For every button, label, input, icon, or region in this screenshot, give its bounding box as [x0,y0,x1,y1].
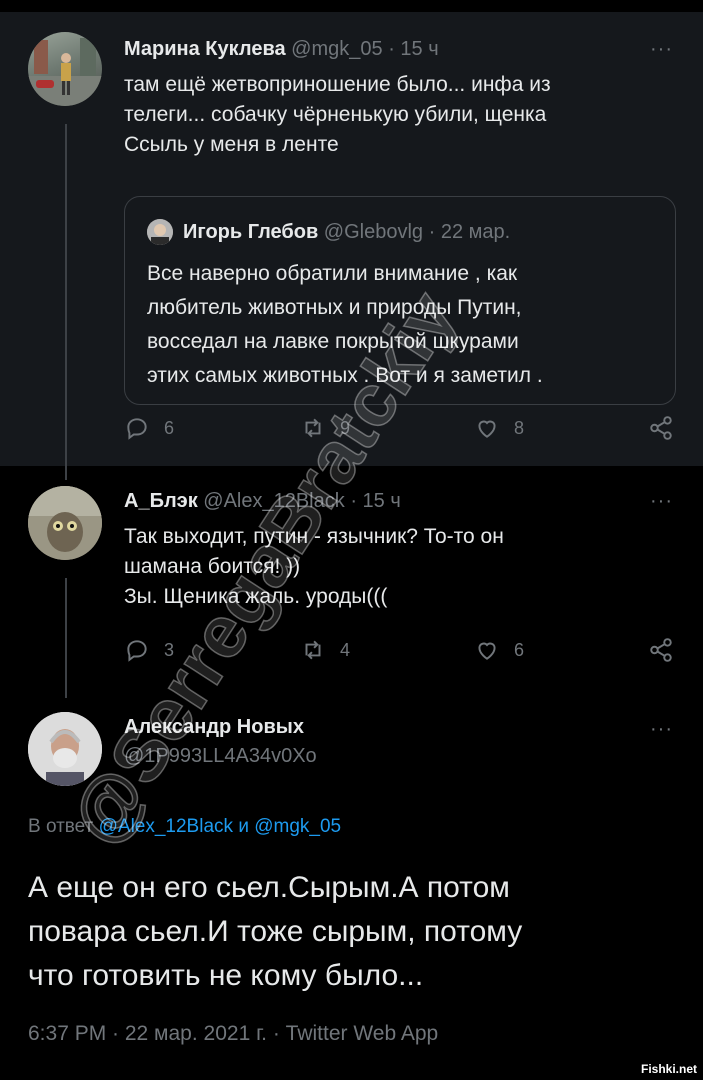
site-watermark: Fishki.net [640,1062,697,1076]
more-icon[interactable]: ··· [650,38,673,61]
tweet-time[interactable]: · 15 ч [388,38,438,60]
avatar-marina[interactable] [28,32,102,106]
reply-user-link[interactable]: @mgk_05 [254,816,341,837]
quote-text-line: Все наверно обратили внимание , как [147,262,518,285]
tweet-marina[interactable]: Марина Куклева @mgk_05 · 15 ч ··· там ещ… [0,0,703,467]
replying-to: В ответ @Alex_12Black и @mgk_05 [28,816,341,838]
author-name[interactable]: А_Блэк [124,490,198,512]
avatar-aleksandr[interactable] [28,712,102,786]
tweet-meta[interactable]: 6:37 PM · 22 мар. 2021 г. · Twitter Web … [28,1022,438,1046]
reply-prefix: В ответ [28,816,94,837]
reply-icon [127,640,147,662]
quote-author-handle[interactable]: @Glebovlg [324,221,423,243]
like-count: 6 [514,639,525,660]
reply-count: 3 [164,639,175,660]
tweet-header: А_Блэк @Alex_12Black · 15 ч [124,490,401,513]
thread-line-top [65,466,67,480]
tweet-text: Так выходит, путин - язычник? То-то он ш… [124,522,684,612]
quote-text-line: любитель животных и природы Путин, [147,296,522,319]
tweet-header: Александр Новых @1P993LL4A34v0Xo [124,716,317,768]
main-tweet-text: А еще он его сьел.Сырым.А потом повара с… [28,866,678,998]
tweet-text-line: там ещё жетвоприношение было... инфа из [124,73,551,96]
quote-author-name[interactable]: Игорь Глебов [183,221,318,243]
author-handle[interactable]: @mgk_05 [291,38,382,60]
author-name[interactable]: Александр Новых [124,716,317,739]
reply-count: 6 [164,417,175,438]
avatar-ablack[interactable] [28,486,102,560]
author-handle[interactable]: @Alex_12Black [203,490,344,512]
reply-button[interactable]: 6 [124,415,174,441]
share-button[interactable] [648,637,674,663]
avatar-aleksandr-image [28,712,102,786]
avatar-igor-image [147,219,173,245]
quote-text: Все наверно обратили внимание , как люби… [147,257,667,393]
share-icon [650,416,672,440]
tweet-text-line: шамана боится! )) [124,555,301,578]
quote-text-line: восседал на лавке покрытой шкурами [147,330,519,353]
quote-text-line: этих самых животных . Вот и я заметил . [147,364,543,387]
more-icon[interactable]: ··· [650,718,673,741]
tweet-actions: 3 4 6 [124,637,684,667]
tweet-text-line: Ссыль у меня в ленте [124,133,339,156]
retweet-button[interactable]: 4 [300,637,350,663]
retweet-count: 4 [340,639,351,660]
like-count: 8 [514,417,525,438]
thread-line [65,578,67,698]
like-button[interactable]: 6 [474,637,524,663]
retweet-icon [305,418,321,438]
retweet-button[interactable]: 9 [300,415,350,441]
share-button[interactable] [648,415,674,441]
retweet-count: 9 [340,417,351,438]
like-icon [478,420,496,438]
main-text-line: что готовить не кому было... [28,959,424,992]
author-handle[interactable]: @1P993LL4A34v0Xo [124,745,317,768]
reply-icon [127,418,147,440]
share-icon [650,638,672,662]
tweet-text-line: Так выходит, путин - язычник? То-то он [124,525,504,548]
like-button[interactable]: 8 [474,415,524,441]
reply-user-link[interactable]: @Alex_12Black [99,816,233,837]
like-icon [478,642,496,660]
thread-line [65,124,67,467]
quote-time[interactable]: · 22 мар. [429,221,511,243]
tweet-actions: 6 9 8 [124,415,684,445]
avatar-marina-image [28,38,102,106]
tweet-text-line: Зы. Щеника жаль. уроды((( [124,585,388,608]
tweet-text: там ещё жетвоприношение было... инфа из … [124,70,684,160]
reply-button[interactable]: 3 [124,637,174,663]
tweet-time[interactable]: · 15 ч [350,490,400,512]
quote-header: Игорь Глебов @Glebovlg · 22 мар. [183,221,510,244]
reply-and: и [238,816,249,837]
author-name[interactable]: Марина Куклева [124,38,286,60]
tweet-text-line: телеги... собачку чёрненькую убили, щенк… [124,103,547,126]
avatar-igor[interactable] [147,219,173,245]
retweet-icon [305,640,321,660]
main-text-line: А еще он его сьел.Сырым.А потом [28,871,510,904]
quoted-tweet[interactable]: Игорь Глебов @Glebovlg · 22 мар. Все нав… [124,196,676,405]
avatar-ablack-image [28,486,102,560]
more-icon[interactable]: ··· [650,490,673,513]
tweet-ablack[interactable]: А_Блэк @Alex_12Black · 15 ч ··· Так выхо… [0,466,703,698]
tweet-header: Марина Куклева @mgk_05 · 15 ч [124,38,439,61]
main-text-line: повара сьел.И тоже сырым, потому [28,915,523,948]
